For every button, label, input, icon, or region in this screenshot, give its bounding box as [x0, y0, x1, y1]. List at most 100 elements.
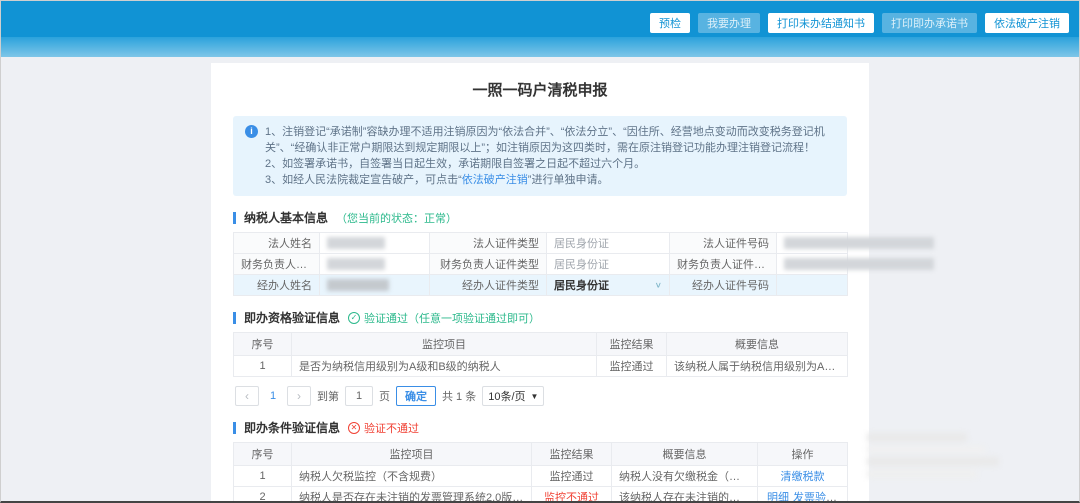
- section-accent-bar: [233, 311, 236, 324]
- header-cell: 序号: [233, 332, 292, 356]
- notice-line-2: 2、如签署承诺书，自签署当日起生效，承诺期限自签署之日起不超过六个月。: [265, 158, 646, 170]
- header-cell: 序号: [233, 442, 292, 466]
- field-label: 经办人姓名: [233, 274, 320, 296]
- field-label: 财务负责人证件类型: [429, 253, 547, 275]
- chevron-down-icon: ▼: [530, 391, 539, 401]
- verify-fail-status: ✕ 验证不通过: [348, 420, 419, 436]
- result-cell: 监控通过: [531, 465, 612, 487]
- table-row: 1 纳税人欠税监控（不含规费） 监控通过 纳税人没有欠缴税金（不含规费） 清缴税…: [233, 465, 848, 487]
- field-label: 经办人证件号码: [669, 274, 777, 296]
- item-cell: 是否为纳税信用级别为A级和B级的纳税人: [291, 355, 597, 377]
- action-link[interactable]: 发票...: [841, 492, 847, 501]
- redacted-value: [784, 237, 934, 250]
- qualification-table: 序号 监控项目 监控结果 概要信息 1 是否为纳税信用级别为A级和B级的纳税人 …: [233, 332, 848, 377]
- prev-page-button[interactable]: ‹: [235, 386, 259, 406]
- agent-name-field[interactable]: [319, 274, 430, 296]
- chevron-down-icon: ∨: [654, 280, 662, 290]
- basic-info-section-header: 纳税人基本信息 （您当前的状态：正常）: [233, 209, 847, 226]
- action-cell: 明细发票验旧发票...: [757, 486, 848, 501]
- field-value: [776, 232, 934, 254]
- bankruptcy-cancel-button[interactable]: 依法破产注销: [985, 13, 1069, 33]
- confirm-page-button[interactable]: 确定: [396, 386, 436, 406]
- goto-label: 到第: [317, 391, 339, 403]
- table-header-row: 序号 监控项目 监控结果 概要信息: [233, 332, 848, 356]
- table-row: 经办人姓名 经办人证件类型 居民身份证 ∨ 经办人证件号码: [233, 274, 848, 296]
- content-card: 一照一码户清税申报 i 1、注销登记“承诺制”容缺办理不适用注销原因为“依法合并…: [211, 63, 934, 501]
- topbar-gradient-strip: [1, 37, 1079, 57]
- result-cell: 监控不通过: [531, 486, 612, 501]
- header-cell: 概要信息: [666, 332, 848, 356]
- action-link[interactable]: 清缴税款: [781, 471, 825, 483]
- app-window: 一照一码户清税申报 预检 我要办理 打印未办结通知书 打印即办承诺书 依法破产注…: [0, 0, 1080, 503]
- field-value: [319, 232, 430, 254]
- action-link[interactable]: 发票验旧: [793, 492, 837, 501]
- field-label: 法人姓名: [233, 232, 320, 254]
- id-type-dropdown[interactable]: 居民身份证 ∨: [546, 274, 670, 296]
- verify-pass-status: ✓ 验证通过（任意一项验证通过即可）: [348, 310, 540, 326]
- print-pending-notice-button[interactable]: 打印未办结通知书: [768, 13, 874, 33]
- print-commitment-button[interactable]: 打印即办承诺书: [882, 13, 977, 33]
- page-input[interactable]: [345, 386, 373, 406]
- precheck-button[interactable]: 预检: [650, 13, 690, 33]
- item-cell: 纳税人是否存在未注销的发票管理系统2.0版（税控部分...: [291, 486, 532, 501]
- x-icon: ✕: [348, 421, 361, 434]
- field-label: 法人证件号码: [669, 232, 777, 254]
- item-cell: 纳税人欠税监控（不含规费）: [291, 465, 532, 487]
- page-unit-label: 页: [379, 391, 390, 403]
- table-row: 财务负责人姓名 财务负责人证件类型 居民身份证 财务负责人证件号码: [233, 253, 934, 275]
- notice-line-1: 1、注销登记“承诺制”容缺办理不适用注销原因为“依法合并”、“依法分立”、“因住…: [265, 126, 825, 154]
- redacted-value: [327, 279, 389, 292]
- header-cell: 操作: [757, 442, 848, 466]
- summary-cell: 该纳税人属于纳税信用级别为A级和B级的纳税人: [666, 355, 848, 377]
- condition-table: 序号 监控项目 监控结果 概要信息 操作 1 纳税人欠税监控（不含规费） 监控通…: [233, 442, 848, 501]
- field-value: 居民身份证: [546, 232, 670, 254]
- section-accent-bar: [233, 421, 236, 434]
- bankruptcy-cancel-link[interactable]: 依法破产注销: [462, 174, 528, 186]
- header-cell: 监控项目: [291, 332, 597, 356]
- total-count: 共 1 条: [442, 391, 477, 403]
- redacted-value: [327, 258, 385, 271]
- section-accent-bar: [233, 211, 236, 224]
- action-link[interactable]: 明细: [767, 492, 789, 501]
- current-status-note: （您当前的状态：正常）: [336, 212, 458, 225]
- section-title: 纳税人基本信息: [244, 211, 329, 225]
- section-title: 即办条件验证信息: [244, 421, 341, 435]
- field-label: 财务负责人姓名: [233, 253, 320, 275]
- seq-cell: 1: [233, 465, 292, 487]
- apply-button[interactable]: 我要办理: [698, 13, 760, 33]
- basic-info-table: 法人姓名 法人证件类型 居民身份证 法人证件号码 财务负责人姓名 财务负责人证件…: [233, 232, 934, 296]
- check-icon: ✓: [348, 311, 361, 324]
- result-cell: 监控通过: [596, 355, 667, 377]
- seq-cell: 1: [233, 355, 292, 377]
- table-row: 1 是否为纳税信用级别为A级和B级的纳税人 监控通过 该纳税人属于纳税信用级别为…: [233, 355, 848, 377]
- header-cell: 概要信息: [611, 442, 758, 466]
- redacted-watermark: [867, 433, 1007, 481]
- qualification-section-header: 即办资格验证信息 ✓ 验证通过（任意一项验证通过即可）: [233, 309, 847, 326]
- agent-id-field[interactable]: [776, 274, 848, 296]
- field-value: [319, 253, 430, 275]
- header-cell: 监控结果: [596, 332, 667, 356]
- summary-cell: 纳税人没有欠缴税金（不含规费）: [611, 465, 758, 487]
- table-header-row: 序号 监控项目 监控结果 概要信息 操作: [233, 442, 848, 466]
- field-label: 法人证件类型: [429, 232, 547, 254]
- page-title: 一照一码户清税申报: [472, 82, 608, 99]
- qualification-pagination: ‹ 1 › 到第 页 确定 共 1 条 10条/页▼: [235, 386, 847, 406]
- field-label: 财务负责人证件号码: [669, 253, 777, 275]
- redacted-value: [784, 258, 934, 271]
- page-size-select[interactable]: 10条/页 ▼: [482, 386, 545, 406]
- table-row: 法人姓名 法人证件类型 居民身份证 法人证件号码: [233, 232, 934, 254]
- action-cell: 清缴税款: [757, 465, 848, 487]
- condition-section-header: 即办条件验证信息 ✕ 验证不通过: [233, 419, 847, 436]
- table-row: 2 纳税人是否存在未注销的发票管理系统2.0版（税控部分... 监控不通过 该纳…: [233, 486, 848, 501]
- seq-cell: 2: [233, 486, 292, 501]
- header-cell: 监控项目: [291, 442, 532, 466]
- notice-line-3: 3、如经人民法院裁定宣告破产，可点击“依法破产注销”进行单独申请。: [265, 174, 609, 186]
- header-cell: 监控结果: [531, 442, 612, 466]
- info-icon: i: [245, 125, 258, 138]
- topbar-buttons: 预检 我要办理 打印未办结通知书 打印即办承诺书 依法破产注销: [650, 13, 1069, 33]
- field-value: 居民身份证: [546, 253, 670, 275]
- page-number[interactable]: 1: [265, 386, 281, 406]
- summary-cell: 该纳税人存在未注销的发票管理系统2.0版（税控部分）...: [611, 486, 758, 501]
- notice-box: i 1、注销登记“承诺制”容缺办理不适用注销原因为“依法合并”、“依法分立”、“…: [233, 116, 847, 196]
- next-page-button[interactable]: ›: [287, 386, 311, 406]
